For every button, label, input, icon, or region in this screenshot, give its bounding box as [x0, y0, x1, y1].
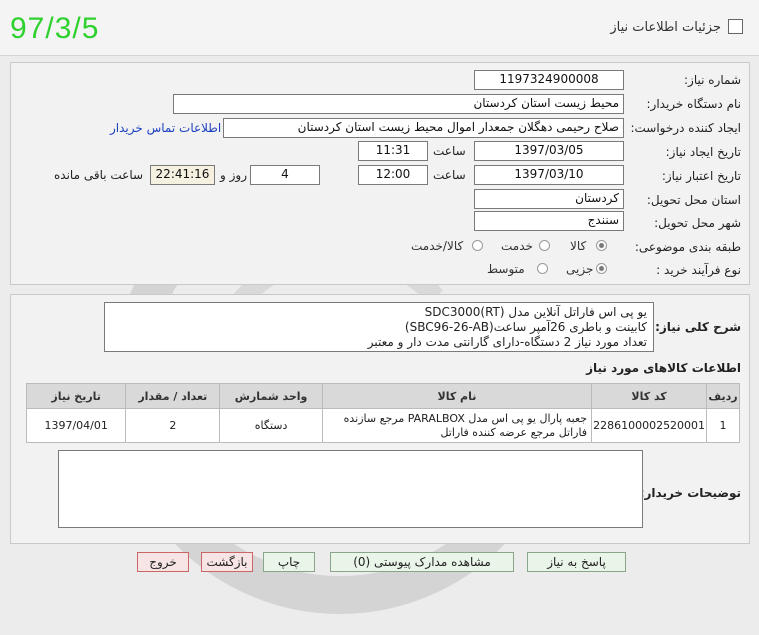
row-index: 1 [706, 408, 740, 443]
process-label: نوع فرآیند خرید : [656, 263, 741, 277]
table-row: 1 2286100002520001 جعبه پارال یو پی اس م… [25, 408, 740, 443]
category-service-label: خدمت [501, 239, 533, 253]
print-button[interactable]: چاپ [263, 552, 315, 572]
desc-line-2: کابینت و باطری 26آمپر ساعت(SBC96-26-AB) [404, 320, 647, 334]
deadline-date-field: 1397/03/10 [474, 165, 624, 185]
category-goods-radio[interactable] [596, 240, 607, 251]
created-time-label: ساعت [433, 144, 466, 158]
need-number-field: 1197324900008 [474, 70, 624, 90]
exit-button[interactable]: خروج [137, 552, 189, 572]
row-unit: دستگاه [219, 408, 323, 443]
page-title: جزئیات اطلاعات نیاز [610, 20, 721, 35]
deadline-label: تاریخ اعتبار نیاز: [661, 169, 741, 183]
buyer-notes-box [58, 450, 643, 528]
back-button[interactable]: بازگشت [201, 552, 253, 572]
deadline-time-label: ساعت [433, 168, 466, 182]
requester-label: ایجاد کننده درخواست: [630, 121, 741, 135]
created-date-label: تاریخ ایجاد نیاز: [665, 145, 741, 159]
remaining-time-field: 22:41:16 [150, 165, 215, 185]
col-name: نام کالا [321, 383, 593, 409]
need-number-label: شماره نیاز: [684, 73, 741, 87]
row-date: 1397/04/01 [25, 408, 127, 443]
col-row-index: ردیف [706, 383, 740, 409]
row-name: جعبه پارال یو پی اس مدل PARALBOX مرجع سا… [321, 408, 593, 443]
days-remaining-field: 4 [250, 165, 320, 185]
province-label: استان محل تحویل: [646, 193, 741, 207]
process-minor-radio[interactable] [596, 263, 607, 274]
row-code: 2286100002520001 [591, 408, 708, 443]
category-both-radio[interactable] [472, 240, 483, 251]
desc-line-3: تعداد مورد نیاز 2 دستگاه-دارای گارانتی م… [367, 335, 647, 349]
collapse-checkbox[interactable] [728, 19, 743, 34]
col-unit: واحد شمارش [219, 383, 323, 409]
row-qty: 2 [125, 408, 221, 443]
category-service-radio[interactable] [539, 240, 550, 251]
attachments-button[interactable]: مشاهده مدارک پیوستی (0) [330, 552, 514, 572]
days-and-label: روز و [220, 168, 247, 182]
reply-button[interactable]: پاسخ به نیاز [527, 552, 626, 572]
province-field: کردستان [474, 189, 624, 209]
process-medium-label: متوسط [487, 262, 525, 276]
created-date-field: 1397/03/05 [474, 141, 624, 161]
deadline-time-field: 12:00 [358, 165, 428, 185]
general-desc-box: یو پی اس فاراتل آنلاین مدل SDC3000(RT) ک… [104, 302, 654, 352]
category-both-label: کالا/خدمت [411, 239, 464, 253]
created-time-field: 11:31 [358, 141, 428, 161]
category-goods-label: کالا [570, 239, 587, 253]
col-date: تاریخ نیاز [25, 383, 127, 409]
general-desc-label: شرح کلی نیاز: [655, 320, 741, 334]
goods-info-heading: اطلاعات کالاهای مورد نیاز [586, 361, 741, 375]
city-field: سنندج [474, 211, 624, 231]
header-date: 97/3/5 [10, 12, 100, 45]
requester-field: صلاح رحیمی دهگلان جمعدار اموال محیط زیست… [223, 118, 624, 138]
buyer-label: نام دستگاه خریدار: [646, 97, 742, 111]
buyer-contact-link[interactable]: اطلاعات تماس خریدار [110, 121, 221, 135]
desc-line-1: یو پی اس فاراتل آنلاین مدل SDC3000(RT) [424, 305, 647, 319]
city-label: شهر محل تحویل: [654, 216, 741, 230]
buyer-field: محیط زیست استان کردستان [173, 94, 624, 114]
col-qty: تعداد / مقدار [125, 383, 221, 409]
process-minor-label: جزیی [566, 262, 594, 276]
col-code: کد کالا [591, 383, 708, 409]
category-label: طبقه بندی موضوعی: [634, 240, 741, 254]
process-medium-radio[interactable] [537, 263, 548, 274]
buyer-notes-label: توضیحات خریدار: [639, 486, 741, 500]
remaining-hours-label: ساعت باقی مانده [54, 168, 144, 182]
goods-table: ردیف کد کالا نام کالا واحد شمارش تعداد /… [25, 383, 740, 443]
